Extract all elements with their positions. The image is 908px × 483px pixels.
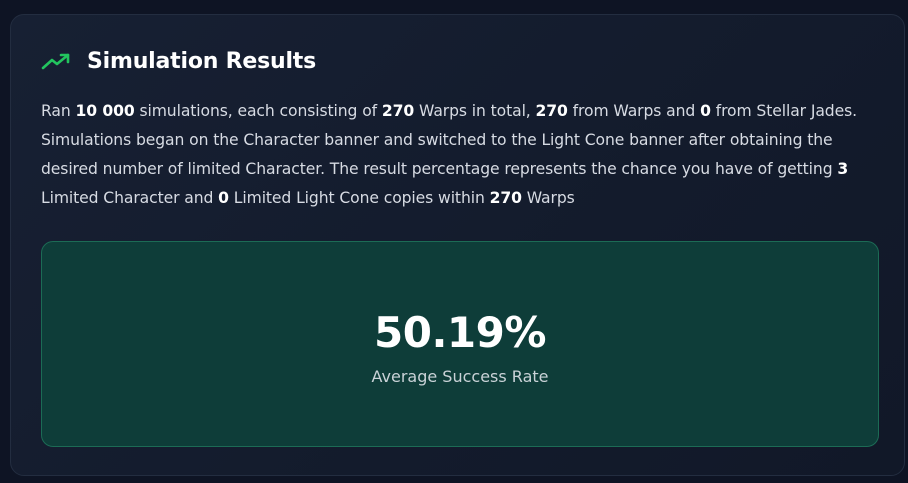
card-header: Simulation Results xyxy=(41,49,316,74)
warps-from-jades: 0 xyxy=(700,102,711,120)
simulation-description: Ran 10 000 simulations, each consisting … xyxy=(41,102,857,207)
success-rate-panel: 50.19% Average Success Rate xyxy=(41,241,879,447)
card-title: Simulation Results xyxy=(87,49,317,74)
warps-from-warps: 270 xyxy=(535,102,568,120)
total-warps: 270 xyxy=(381,102,415,120)
success-rate-label: Average Success Rate xyxy=(371,367,549,386)
limited-character-count: 3 xyxy=(837,160,849,178)
simulation-count: 10 000 xyxy=(75,102,135,120)
within-warps: 270 xyxy=(489,189,522,207)
success-rate-value: 50.19% xyxy=(374,308,546,357)
simulation-results-card: Simulation Results Ran 10 000 simulation… xyxy=(10,14,905,476)
trending-up-icon xyxy=(41,52,71,72)
limited-light-cone-count: 0 xyxy=(218,189,229,207)
